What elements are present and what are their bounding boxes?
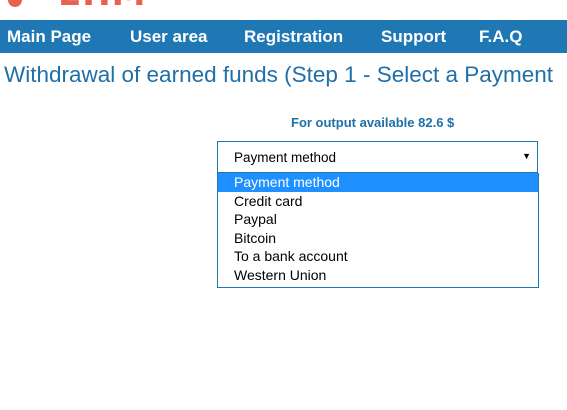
payment-method-select[interactable]: Payment method ▼ bbox=[217, 141, 538, 173]
site-logo[interactable]: EHM bbox=[0, 0, 567, 20]
nav-main-page[interactable]: Main Page bbox=[7, 20, 91, 53]
available-balance: For output available 82.6 $ bbox=[291, 115, 455, 130]
logo-text: EHM bbox=[58, 0, 147, 14]
option-western-union[interactable]: Western Union bbox=[218, 266, 538, 285]
option-payment-method[interactable]: Payment method bbox=[218, 173, 538, 192]
nav-registration[interactable]: Registration bbox=[244, 20, 343, 53]
select-current-value: Payment method bbox=[234, 150, 337, 165]
option-bitcoin[interactable]: Bitcoin bbox=[218, 229, 538, 248]
nav-faq[interactable]: F.A.Q bbox=[479, 20, 522, 53]
page-title: Withdrawal of earned funds (Step 1 - Sel… bbox=[4, 62, 554, 87]
payment-method-options: Payment method Credit card Paypal Bitcoi… bbox=[217, 173, 539, 288]
option-bank-account[interactable]: To a bank account bbox=[218, 247, 538, 266]
option-credit-card[interactable]: Credit card bbox=[218, 192, 538, 211]
nav-support[interactable]: Support bbox=[381, 20, 446, 53]
logo-mark bbox=[8, 0, 22, 7]
option-paypal[interactable]: Paypal bbox=[218, 210, 538, 229]
nav-user-area[interactable]: User area bbox=[130, 20, 208, 53]
dropdown-arrow-icon: ▼ bbox=[522, 151, 531, 161]
main-navbar: Main Page User area Registration Support… bbox=[0, 20, 567, 53]
